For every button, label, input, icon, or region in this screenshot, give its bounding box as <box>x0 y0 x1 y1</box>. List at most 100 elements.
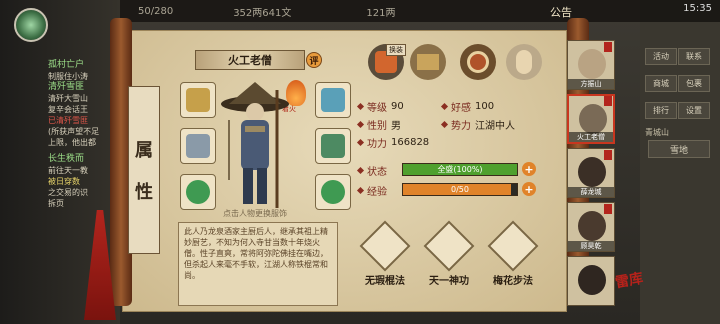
skill-slot[interactable]: 九 天一神功 <box>423 220 475 287</box>
contact-button[interactable]: 联系 <box>678 48 710 65</box>
skill-slot[interactable]: + 无瑕棍法 <box>359 220 411 287</box>
diamond-icon <box>356 166 365 174</box>
top-resource-bar: 50/280 352两641文 121两 公告 15:35 <box>120 0 720 22</box>
exp-text: 0/50 <box>451 185 469 194</box>
equip-slot-jade[interactable] <box>180 174 216 210</box>
clock: 15:35 <box>683 3 712 14</box>
game-screen: 50/280 352两641文 121两 公告 15:35 孤村亡户 制服住小涛… <box>0 0 720 324</box>
skill-name: 梅花步法 <box>493 276 533 287</box>
resource-silver: 121两 <box>366 7 396 19</box>
exp-bar: 0/50 <box>402 183 518 196</box>
quest-text: 清歼大雪山 <box>48 94 88 103</box>
shop-button[interactable]: 商城 <box>645 75 677 92</box>
quest-text: 上限，他出都 <box>48 138 96 147</box>
quest-text: 之交易的识 <box>48 188 88 197</box>
armor-icon <box>321 134 345 158</box>
skill-slot[interactable]: + 梅花步法 <box>487 220 539 287</box>
power-value: 166828 <box>391 136 430 148</box>
diamond-icon <box>356 120 365 128</box>
meridian-icon[interactable] <box>460 44 496 80</box>
quest-text: 已清歼雪匪 <box>48 116 88 125</box>
avatar <box>578 157 606 187</box>
diamond-icon <box>356 138 365 146</box>
faction-value: 江湖中人 <box>475 120 515 132</box>
faction-label: 势力 <box>451 120 471 132</box>
character-description: 此人乃龙泉酒家主厨后人，继承其祖上精妙厨艺，不知为何入寺甘当数十年烧火僧。性子直… <box>178 222 338 306</box>
character-name: 火工老僧 <box>195 50 305 70</box>
flag-icon <box>604 204 612 214</box>
jade-ring-icon <box>186 180 210 204</box>
quest-text: 拆页 <box>48 199 64 208</box>
quest-title-2: 清歼雪匪 <box>48 82 85 92</box>
exp-add-button[interactable]: + <box>522 182 536 196</box>
diamond-icon <box>356 186 365 194</box>
bag-button[interactable]: 包裹 <box>678 75 710 92</box>
announcement-button[interactable]: 公告 <box>550 4 572 20</box>
flag-icon <box>604 42 612 52</box>
skill-name: 无瑕棍法 <box>365 276 405 287</box>
favor-value: 100 <box>475 100 495 112</box>
level-label: 等级 <box>367 102 387 114</box>
quest-text: 被日穿数 <box>48 177 80 186</box>
tab-attributes[interactable]: 属 性 <box>128 86 160 254</box>
gender-label: 性别 <box>367 120 387 132</box>
party-member-name: 火工老僧 <box>569 132 613 142</box>
body-icon[interactable] <box>506 44 542 80</box>
character-figure[interactable] <box>215 80 295 210</box>
outfit-badge: 换装 <box>386 44 406 56</box>
equip-slot-accessory[interactable] <box>180 82 216 118</box>
skill-name: 天一神功 <box>429 276 469 287</box>
right-menu: 活动 联系 商城 包裹 排行 设置 青城山 <box>645 44 715 138</box>
quest-text: 前往天一教 <box>48 166 88 175</box>
weather-badge: 雪地 <box>648 140 710 158</box>
activity-button[interactable]: 活动 <box>645 48 677 65</box>
diamond-icon <box>440 120 449 128</box>
necklace-icon <box>321 88 345 112</box>
flag-icon <box>604 150 612 160</box>
diamond-icon <box>356 102 365 110</box>
evaluate-button[interactable]: 评 <box>306 52 322 68</box>
location-label: 青城山 <box>645 128 669 137</box>
status-bar: 全盛(100%) <box>402 163 518 176</box>
status-text: 全盛(100%) <box>437 165 483 174</box>
ring-icon <box>186 88 210 112</box>
diamond-icon <box>440 102 449 110</box>
party-member-name: 方振山 <box>568 79 614 89</box>
level-value: 90 <box>391 100 404 112</box>
avatar <box>578 49 606 79</box>
rank-button[interactable]: 排行 <box>645 102 677 119</box>
quest-text: 制服住小涛 <box>48 72 88 81</box>
party-member-name: 薛龙城 <box>568 187 614 197</box>
exp-label: 经验 <box>367 186 387 198</box>
avatar <box>578 211 606 241</box>
tab-label-char: 性 <box>135 182 153 203</box>
dagger-icon <box>186 134 210 158</box>
status-add-button[interactable]: + <box>522 162 536 176</box>
avatar <box>579 104 607 134</box>
quest-title-3: 长生秩而 <box>48 154 85 164</box>
equip-slot-armor[interactable] <box>315 128 351 164</box>
quest-text: (所获声望不足 <box>48 127 100 136</box>
party-member-name: 顾昊乾 <box>568 241 614 251</box>
book-icon[interactable] <box>410 44 446 80</box>
equip-slot-weapon[interactable] <box>180 128 216 164</box>
change-outfit-hint: 点击人物更换服饰 <box>223 209 287 218</box>
flag-icon <box>604 96 612 106</box>
power-label: 功力 <box>367 138 387 150</box>
gender-value: 男 <box>391 120 401 132</box>
resource-stamina: 50/280 <box>138 5 174 17</box>
equip-slot-necklace[interactable] <box>315 82 351 118</box>
tab-label-char: 属 <box>135 140 153 161</box>
minimap-button[interactable] <box>14 8 48 42</box>
status-label: 状态 <box>367 166 387 178</box>
resource-copper: 352两641文 <box>233 7 292 19</box>
equip-slot-bracelet[interactable] <box>315 174 351 210</box>
avatar <box>578 265 606 295</box>
settings-button[interactable]: 设置 <box>678 102 710 119</box>
quest-text: 复辛会话王 <box>48 105 88 114</box>
favor-label: 好感 <box>451 102 471 114</box>
bracelet-icon <box>321 180 345 204</box>
quest-title-1: 孤村亡户 <box>48 60 85 70</box>
party-member[interactable] <box>567 256 615 306</box>
quest-tracker[interactable]: 孤村亡户 制服住小涛 清歼雪匪 清歼大雪山 复辛会话王 已清歼雪匪 (所获声望不… <box>48 60 116 209</box>
